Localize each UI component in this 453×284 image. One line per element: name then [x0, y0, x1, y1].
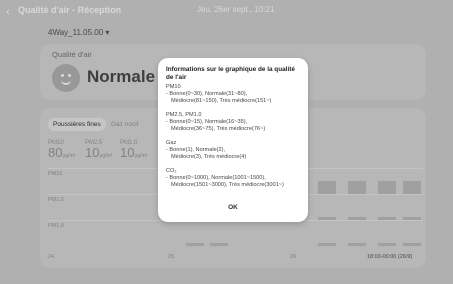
- section-line: - Bonne(1), Normale(2),: [166, 146, 226, 153]
- section-line: Médiocre(81~150), Très médiocre(151~): [171, 97, 272, 104]
- section-line: - Bonne(0~15), Normale(16~35),: [166, 118, 248, 125]
- section-name: Gaz: [166, 140, 177, 146]
- section-name: PM10: [166, 84, 181, 90]
- dialog-section-pm25: PM2.5, PM1.0 - Bonne(0~15), Normale(16~3…: [166, 112, 306, 132]
- info-dialog: Informations sur le graphique de la qual…: [158, 58, 308, 222]
- dialog-section-pm10: PM10 - Bonne(0~30), Normale(31~80), Médi…: [166, 84, 306, 104]
- section-line: - Bonne(0~30), Normale(31~80),: [166, 90, 248, 97]
- section-line: Médiocre(1501~3000), Très médiocre(3001~…: [171, 181, 284, 188]
- section-name: PM2.5, PM1.0: [166, 112, 202, 118]
- ok-button[interactable]: OK: [158, 204, 308, 211]
- dialog-title: Informations sur le graphique de la qual…: [166, 66, 295, 81]
- dialog-section-gas: Gaz - Bonne(1), Normale(2), Médiocre(3),…: [166, 140, 306, 160]
- dialog-section-co2: CO₂ - Bonne(0~1000), Normale(1001~1500),…: [166, 168, 306, 188]
- section-name: CO₂: [166, 168, 177, 174]
- section-line: - Bonne(0~1000), Normale(1001~1500),: [166, 174, 266, 181]
- section-line: Médiocre(3), Très médiocre(4): [171, 153, 247, 160]
- section-line: Médiocre(36~75), Très médiocre(76~): [171, 125, 266, 132]
